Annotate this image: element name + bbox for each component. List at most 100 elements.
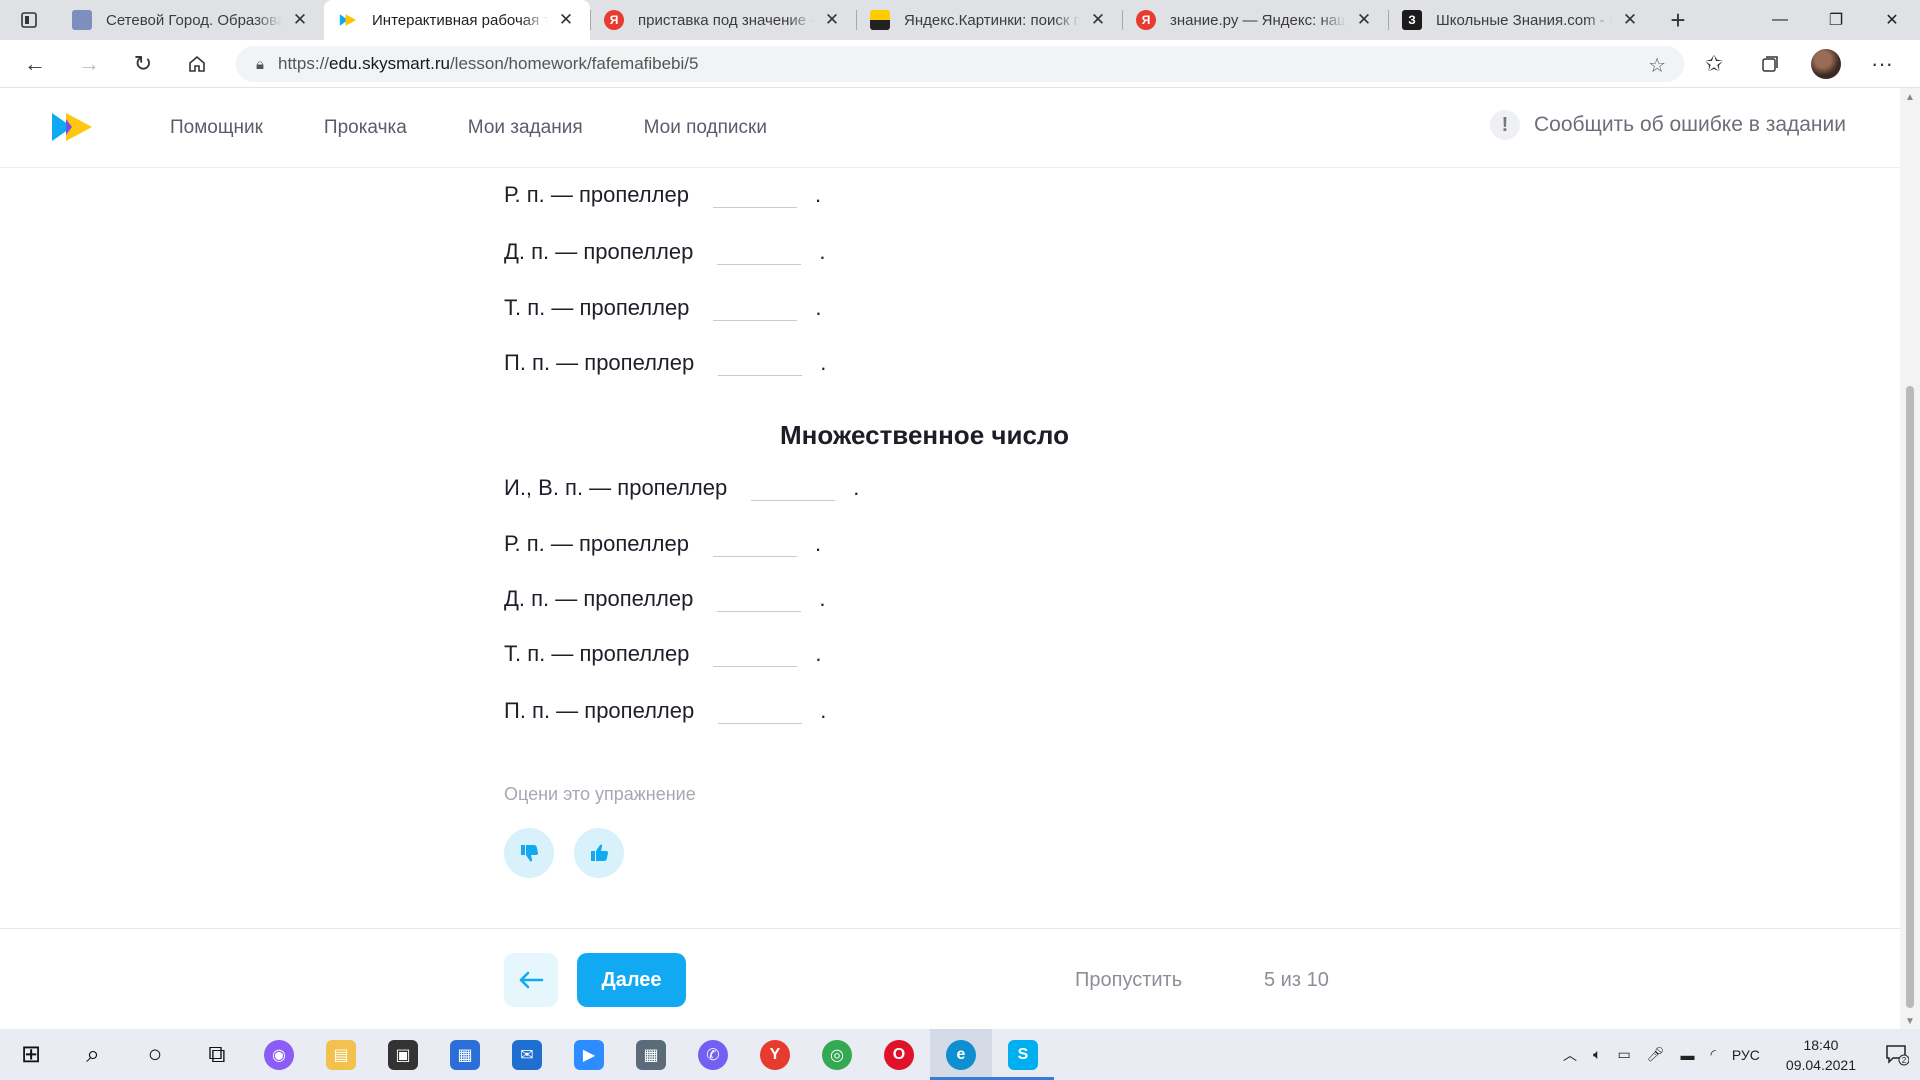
address-bar[interactable]: 🔒︎ https://edu.skysmart.ru/lesson/homewo… bbox=[236, 46, 1684, 82]
start-icon: ⊞ bbox=[20, 1041, 42, 1068]
nav-link[interactable]: Мои подписки bbox=[644, 117, 767, 139]
row-period: . bbox=[819, 586, 826, 611]
chevron-up-icon[interactable]: ︿ bbox=[1555, 1045, 1585, 1065]
battery-icon[interactable]: ▬ bbox=[1672, 1047, 1702, 1063]
meet-now-icon[interactable]: ▭ bbox=[1609, 1046, 1638, 1063]
favorites-button[interactable]: ✩ bbox=[1686, 40, 1742, 88]
taskbar-app-button[interactable]: ▤ bbox=[310, 1029, 372, 1080]
scroll-up-icon[interactable]: ▲ bbox=[1905, 92, 1915, 103]
yandex-images-icon bbox=[870, 10, 890, 30]
case-label: Т. п. — пропеллер bbox=[504, 641, 690, 666]
taskbar-app-button[interactable]: ⧉ bbox=[186, 1029, 248, 1080]
nav-link[interactable]: Помощник bbox=[170, 117, 263, 139]
taskbar-app-button[interactable]: S bbox=[992, 1029, 1054, 1080]
forward-nav-button[interactable]: → bbox=[62, 40, 116, 88]
profile-button[interactable] bbox=[1798, 40, 1854, 88]
language-indicator[interactable]: РУС bbox=[1724, 1047, 1768, 1063]
back-nav-button[interactable]: ← bbox=[8, 40, 62, 88]
microphone-icon[interactable]: 🎤︎ bbox=[1639, 1046, 1673, 1063]
taskbar-app-button[interactable]: ⌕ bbox=[62, 1029, 124, 1080]
page-scrollbar[interactable]: ▲ ▼ bbox=[1900, 88, 1920, 1029]
maximize-button[interactable]: ❐ bbox=[1808, 0, 1864, 40]
case-label: П. п. — пропеллер bbox=[504, 698, 695, 723]
taskbar-app-button[interactable]: ✉ bbox=[496, 1029, 558, 1080]
taskbar-app-button[interactable]: ▶ bbox=[558, 1029, 620, 1080]
nav-link[interactable]: Мои задания bbox=[468, 117, 583, 139]
answer-input[interactable] bbox=[712, 533, 797, 557]
close-tab-icon[interactable]: ✕ bbox=[1354, 10, 1374, 30]
answer-input[interactable] bbox=[717, 241, 802, 265]
taskbar-app-button[interactable]: ▦ bbox=[434, 1029, 496, 1080]
answer-input[interactable] bbox=[718, 352, 803, 376]
taskbar-app-button[interactable]: ▦ bbox=[620, 1029, 682, 1080]
taskbar-app-button[interactable]: ✆ bbox=[682, 1029, 744, 1080]
skip-link[interactable]: Пропустить bbox=[1075, 969, 1182, 992]
taskbar-app-button[interactable]: O bbox=[868, 1029, 930, 1080]
taskbar-app-button[interactable]: ▣ bbox=[372, 1029, 434, 1080]
znania-icon: З bbox=[1402, 10, 1422, 30]
scroll-down-icon[interactable]: ▼ bbox=[1905, 1016, 1915, 1027]
scroll-thumb[interactable] bbox=[1906, 386, 1914, 1008]
site-header: Помощник Прокачка Мои задания Мои подписки … bbox=[0, 88, 1900, 168]
answer-input[interactable] bbox=[713, 297, 798, 321]
answer-input[interactable] bbox=[718, 700, 803, 724]
close-tab-icon[interactable]: ✕ bbox=[290, 10, 310, 30]
nav-link[interactable]: Прокачка bbox=[324, 117, 407, 139]
browser-tab[interactable]: Яприставка под значение — Яндекс ✕ bbox=[590, 0, 856, 40]
like-button[interactable] bbox=[574, 828, 624, 878]
tab-actions-icon bbox=[21, 12, 37, 28]
next-button[interactable]: Далее bbox=[577, 953, 686, 1007]
tab-title: Школьные Знания.com - Р bbox=[1436, 11, 1612, 29]
plural-case-row: Т. п. — пропеллер. bbox=[504, 641, 822, 667]
taskbar-app-button[interactable]: ○ bbox=[124, 1029, 186, 1080]
close-tab-icon[interactable]: ✕ bbox=[1620, 10, 1640, 30]
answer-input[interactable] bbox=[717, 588, 802, 612]
close-window-button[interactable]: ✕ bbox=[1864, 0, 1920, 40]
settings-menu-button[interactable]: ··· bbox=[1854, 40, 1910, 88]
taskbar-app-button[interactable]: ⊞ bbox=[0, 1029, 62, 1080]
taskbar-app-button[interactable]: Y bbox=[744, 1029, 806, 1080]
clock[interactable]: 18:40 09.04.2021 bbox=[1768, 1035, 1874, 1075]
taskbar-app-button[interactable]: e bbox=[930, 1029, 992, 1080]
taskbar-app-button[interactable]: ◎ bbox=[806, 1029, 868, 1080]
reload-button[interactable]: ↻ bbox=[116, 40, 170, 88]
answer-input[interactable] bbox=[713, 643, 798, 667]
close-tab-icon[interactable]: ✕ bbox=[822, 10, 842, 30]
add-favorite-icon[interactable]: ☆ bbox=[1648, 53, 1666, 78]
browser-tab[interactable]: Язнание.ру — Яндекс: нашлось ✕ bbox=[1122, 0, 1388, 40]
url-host: edu.skysmart.ru bbox=[329, 54, 450, 73]
browser-tab[interactable]: З Школьные Знания.com - Р ✕ bbox=[1388, 0, 1654, 40]
arrow-left-icon bbox=[519, 971, 544, 989]
browser-tab[interactable]: Сетевой Город. Образование ✕ bbox=[58, 0, 324, 40]
previous-exercise-button[interactable] bbox=[504, 953, 558, 1007]
new-tab-button[interactable]: + bbox=[1654, 0, 1702, 40]
close-tab-icon[interactable]: ✕ bbox=[556, 10, 576, 30]
answer-input[interactable] bbox=[751, 477, 836, 501]
tab-title: знание.ру — Яндекс: нашлось bbox=[1170, 11, 1346, 29]
dislike-button[interactable] bbox=[504, 828, 554, 878]
yandex-browser-icon: Y bbox=[760, 1039, 790, 1070]
minimize-button[interactable]: — bbox=[1752, 0, 1808, 40]
calculator-icon: ▦ bbox=[636, 1039, 666, 1070]
close-tab-icon[interactable]: ✕ bbox=[1088, 10, 1108, 30]
progress-counter: 5 из 10 bbox=[1264, 969, 1329, 991]
clock-date: 09.04.2021 bbox=[1785, 1056, 1856, 1073]
skysmart-icon bbox=[338, 10, 358, 30]
home-button[interactable] bbox=[170, 40, 224, 88]
wifi-icon[interactable]: ◜ bbox=[1702, 1046, 1723, 1063]
lock-icon: 🔒︎ bbox=[256, 55, 264, 73]
volume-icon[interactable]: 🔈︎ bbox=[1585, 1046, 1609, 1063]
row-period: . bbox=[820, 698, 827, 723]
report-error-label: Сообщить об ошибке в задании bbox=[1533, 113, 1846, 136]
browser-tab[interactable]: Интерактивная рабочая тетрадь Skysmart ✕ bbox=[324, 0, 590, 40]
tab-strip: Сетевой Город. Образование✕Интерактивная… bbox=[0, 0, 1920, 40]
skysmart-logo-icon[interactable] bbox=[50, 110, 94, 144]
report-error-link[interactable]: ! Сообщить об ошибке в задании bbox=[1489, 110, 1846, 140]
toolbar-right: ✩ ··· bbox=[1686, 40, 1910, 88]
taskbar-app-button[interactable]: ◉ bbox=[248, 1029, 310, 1080]
collections-button[interactable] bbox=[1742, 40, 1798, 88]
notifications-button[interactable]: 2 bbox=[1874, 1029, 1920, 1080]
tab-actions-button[interactable] bbox=[0, 0, 58, 40]
answer-input[interactable] bbox=[712, 184, 797, 208]
browser-tab[interactable]: Яндекс.Картинки: поиск по картинкам ✕ bbox=[856, 0, 1122, 40]
